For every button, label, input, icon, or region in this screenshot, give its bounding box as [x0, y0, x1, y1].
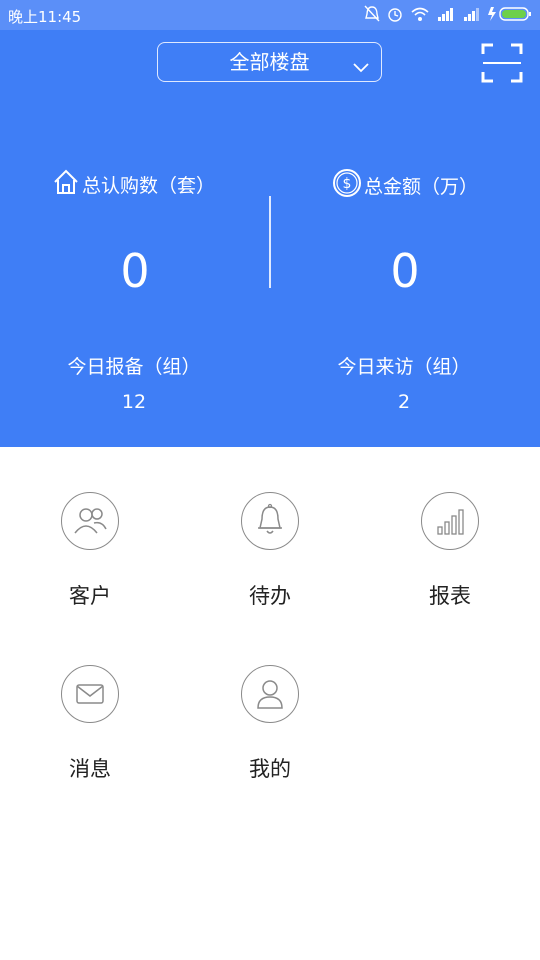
- project-selector-label: 全部楼盘: [229, 50, 310, 74]
- house-icon: [52, 168, 80, 201]
- status-bar: 晚上11:45: [0, 0, 540, 30]
- menu-item-todo[interactable]: 待办: [210, 492, 330, 610]
- status-time: 晚上11:45: [8, 8, 82, 26]
- user-icon: [241, 665, 299, 723]
- menu-item-messages[interactable]: 消息: [30, 665, 150, 783]
- today-reports-value: 12: [121, 391, 147, 413]
- envelope-icon: [61, 665, 119, 723]
- scan-icon: [480, 43, 524, 88]
- stat-label-text: 总认购数（套）: [82, 175, 216, 197]
- battery-icon: [488, 5, 532, 23]
- menu-label: 客户: [69, 584, 111, 608]
- scan-button[interactable]: [480, 42, 524, 84]
- mute-icon: [364, 5, 380, 23]
- total-amount-value: 0: [390, 244, 420, 298]
- signal-icon-2: [462, 5, 482, 23]
- menu-label: 待办: [249, 584, 291, 608]
- svg-text:$: $: [343, 176, 352, 192]
- project-selector[interactable]: 全部楼盘: [157, 42, 382, 82]
- bar-chart-icon: [421, 492, 479, 550]
- dollar-coin-icon: $: [332, 168, 362, 203]
- bell-icon: [241, 492, 299, 550]
- wifi-icon: [410, 5, 430, 23]
- menu-label: 我的: [249, 757, 291, 781]
- total-amount-label: $ 总金额（万）: [332, 168, 478, 203]
- menu-item-customers[interactable]: 客户: [30, 492, 150, 610]
- menu-item-profile[interactable]: 我的: [210, 665, 330, 783]
- customers-icon: [61, 492, 119, 550]
- total-subscriptions-value: 0: [120, 244, 150, 298]
- divider: [269, 196, 271, 288]
- status-icons: [364, 5, 532, 23]
- alarm-icon: [386, 5, 404, 23]
- menu-item-reports[interactable]: 报表: [390, 492, 510, 610]
- today-reports-label: 今日报备（组）: [67, 356, 201, 378]
- menu-label: 报表: [429, 584, 471, 608]
- menu-label: 消息: [69, 757, 111, 781]
- chevron-down-icon: [351, 51, 371, 73]
- stat-label-text: 总金额（万）: [364, 176, 479, 198]
- signal-icon: [436, 5, 456, 23]
- dashboard-header: 全部楼盘 总认购数（套） 0 $ 总金额（万） 0 今日报备（组） 12 今日来…: [0, 30, 540, 447]
- today-visits-value: 2: [397, 391, 411, 413]
- total-subscriptions-label: 总认购数（套）: [52, 168, 215, 201]
- today-visits-label: 今日来访（组）: [337, 356, 471, 378]
